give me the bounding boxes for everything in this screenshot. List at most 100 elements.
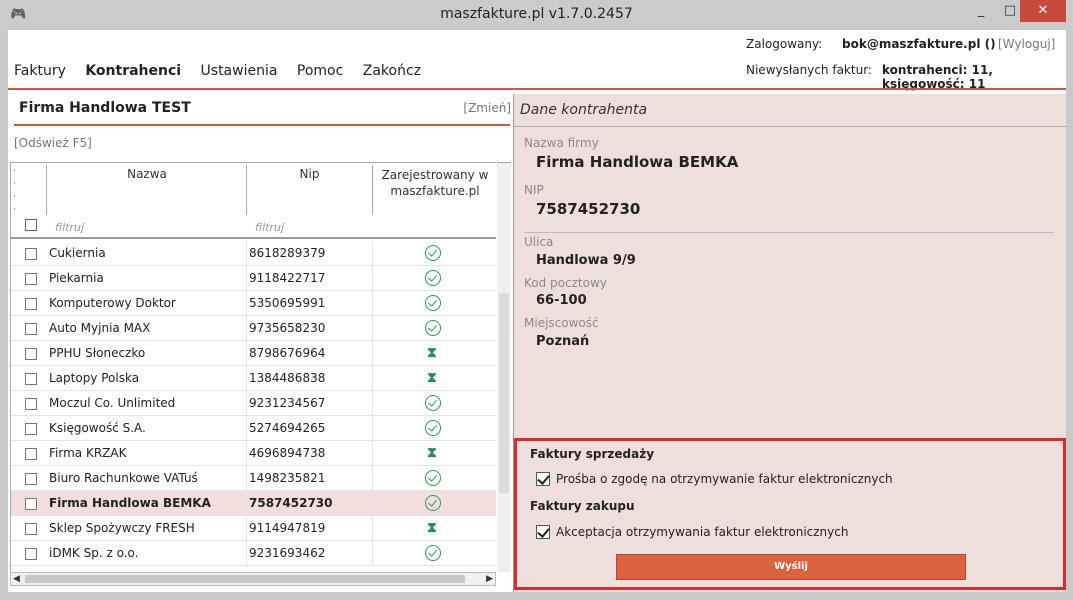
cell-separator <box>372 266 373 291</box>
sales-consent-label[interactable]: Prośba o zgodę na otrzymywanie faktur el… <box>556 472 893 486</box>
minimize-button[interactable]: _ <box>967 0 995 22</box>
row-checkbox[interactable] <box>25 498 37 510</box>
street-label: Ulica <box>524 235 554 249</box>
nip-value: 7587452730 <box>536 200 641 218</box>
row-nip: 4696894738 <box>249 446 326 460</box>
table-row[interactable]: Biuro Rachunkowe VATuś 1498235821 <box>11 466 496 491</box>
send-button[interactable]: Wyślij <box>616 554 966 580</box>
select-all-checkbox[interactable] <box>25 219 37 231</box>
menu-kontrahenci[interactable]: Kontrahenci <box>85 63 181 79</box>
login-email: bok@maszfakture.pl () <box>842 37 996 51</box>
row-name: Sklep Spożywczy FRESH <box>49 521 195 535</box>
cell-separator <box>246 416 247 441</box>
row-name: PPHU Słoneczko <box>49 346 146 360</box>
vertical-scroll-thumb[interactable] <box>499 293 509 493</box>
row-name: Firma Handlowa BEMKA <box>49 496 211 510</box>
column-header-registered-line2: maszfakture.pl <box>390 184 480 198</box>
column-header-name[interactable]: Nazwa <box>47 167 247 181</box>
scroll-left-icon[interactable]: ◀ <box>13 573 20 585</box>
title-bar: 🎮 maszfakture.pl v1.7.0.2457 _ □ ✕ <box>0 0 1073 30</box>
table-row[interactable]: Komputerowy Doktor 5350695991 <box>11 291 496 316</box>
hourglass-icon: ⧗ <box>427 445 437 461</box>
table-row[interactable]: Firma Handlowa BEMKA 7587452730 <box>11 491 496 516</box>
row-checkbox[interactable] <box>25 298 37 310</box>
row-checkbox[interactable] <box>25 348 37 360</box>
row-checkbox[interactable] <box>25 273 37 285</box>
table-row[interactable]: PPHU Słoneczko 8798676964 ⧗ <box>11 341 496 366</box>
cell-separator <box>246 241 247 266</box>
row-nip: 9118422717 <box>249 271 326 285</box>
menu-pomoc[interactable]: Pomoc <box>297 63 343 79</box>
filter-name-input[interactable]: filtruj <box>55 221 84 234</box>
table-row[interactable]: Moczul Co. Unlimited 9231234567 <box>11 391 496 416</box>
row-nip: 1498235821 <box>249 471 326 485</box>
table-row[interactable]: Firma KRZAK 4696894738 ⧗ <box>11 441 496 466</box>
row-checkbox[interactable] <box>25 548 37 560</box>
vertical-scrollbar[interactable] <box>497 162 511 572</box>
registered-check-icon <box>425 270 441 286</box>
sales-consent-checkbox[interactable] <box>536 472 550 486</box>
row-checkbox[interactable] <box>25 398 37 410</box>
horizontal-scroll-thumb[interactable] <box>25 575 465 583</box>
row-nip: 8618289379 <box>249 246 326 260</box>
horizontal-scrollbar[interactable]: ◀ ▶ <box>10 572 496 586</box>
cell-separator <box>372 516 373 541</box>
row-name: Biuro Rachunkowe VATuś <box>49 471 198 485</box>
cell-separator <box>246 491 247 516</box>
registered-check-icon <box>425 295 441 311</box>
cell-separator <box>246 366 247 391</box>
change-company-link[interactable]: [Zmień] <box>463 101 511 115</box>
cell-separator <box>372 366 373 391</box>
login-label: Zalogowany: <box>746 37 823 51</box>
details-divider <box>514 126 1066 127</box>
menu-faktury[interactable]: Faktury <box>14 63 66 79</box>
company-name-value: Firma Handlowa BEMKA <box>536 153 739 171</box>
scroll-right-icon[interactable]: ▶ <box>486 573 493 585</box>
company-divider <box>14 124 510 126</box>
cell-separator <box>372 341 373 366</box>
cell-separator <box>246 466 247 491</box>
purchase-accept-checkbox[interactable] <box>536 525 550 539</box>
row-checkbox[interactable] <box>25 473 37 485</box>
nip-label: NIP <box>524 183 544 197</box>
row-nip: 5274694265 <box>249 421 326 435</box>
cell-separator <box>246 441 247 466</box>
logout-link[interactable]: [Wyloguj] <box>998 37 1055 51</box>
table-row[interactable]: Auto Myjnia MAX 9735658230 <box>11 316 496 341</box>
filter-nip-input[interactable]: filtruj <box>255 221 284 234</box>
column-header-registered-line1: Zarejestrowany w <box>381 168 489 182</box>
postal-code-value: 66-100 <box>536 293 587 308</box>
row-nip: 9231693462 <box>249 546 326 560</box>
row-checkbox[interactable] <box>25 523 37 535</box>
row-name: Firma KRZAK <box>49 446 127 460</box>
row-checkbox[interactable] <box>25 448 37 460</box>
menu-ustawienia[interactable]: Ustawienia <box>201 63 278 79</box>
table-row[interactable]: Cukiernia 8618289379 <box>11 241 496 266</box>
registered-check-icon <box>425 395 441 411</box>
close-button[interactable]: ✕ <box>1020 0 1066 22</box>
purchase-accept-label[interactable]: Akceptacja otrzymywania faktur elektroni… <box>556 525 848 539</box>
registered-check-icon <box>425 545 441 561</box>
column-header-registered[interactable]: Zarejestrowany w maszfakture.pl <box>373 167 496 199</box>
table-row[interactable]: Laptopy Polska 1384486838 ⧗ <box>11 366 496 391</box>
table-row[interactable]: iDMK Sp. z o.o. 9231693462 <box>11 541 496 566</box>
row-name: Laptopy Polska <box>49 371 140 385</box>
table-row[interactable]: Księgowość S.A. 5274694265 <box>11 416 496 441</box>
row-name: Księgowość S.A. <box>49 421 146 435</box>
column-header-nip[interactable]: Nip <box>247 167 372 181</box>
row-checkbox[interactable] <box>25 373 37 385</box>
row-nip: 9735658230 <box>249 321 326 335</box>
hourglass-icon: ⧗ <box>427 345 437 361</box>
menu-zakoncz[interactable]: Zakończ <box>363 63 421 79</box>
contractors-grid: · · · · Nazwa Nip Zarejestrowany w maszfakt… <box>10 162 496 572</box>
contractor-details-pane: Dane kontrahenta Nazwa firmy Firma Handl… <box>514 94 1066 592</box>
window-title: maszfakture.pl v1.7.0.2457 <box>440 6 633 22</box>
row-checkbox[interactable] <box>25 323 37 335</box>
row-checkbox[interactable] <box>25 248 37 260</box>
table-row[interactable]: Piekarnia 9118422717 <box>11 266 496 291</box>
main-menu: Faktury Kontrahenci Ustawienia Pomoc Zak… <box>14 63 436 79</box>
row-name: iDMK Sp. z o.o. <box>49 546 139 560</box>
row-checkbox[interactable] <box>25 423 37 435</box>
refresh-link[interactable]: [Odśwież F5] <box>14 136 92 150</box>
table-row[interactable]: Sklep Spożywczy FRESH 9114947819 ⧗ <box>11 516 496 541</box>
